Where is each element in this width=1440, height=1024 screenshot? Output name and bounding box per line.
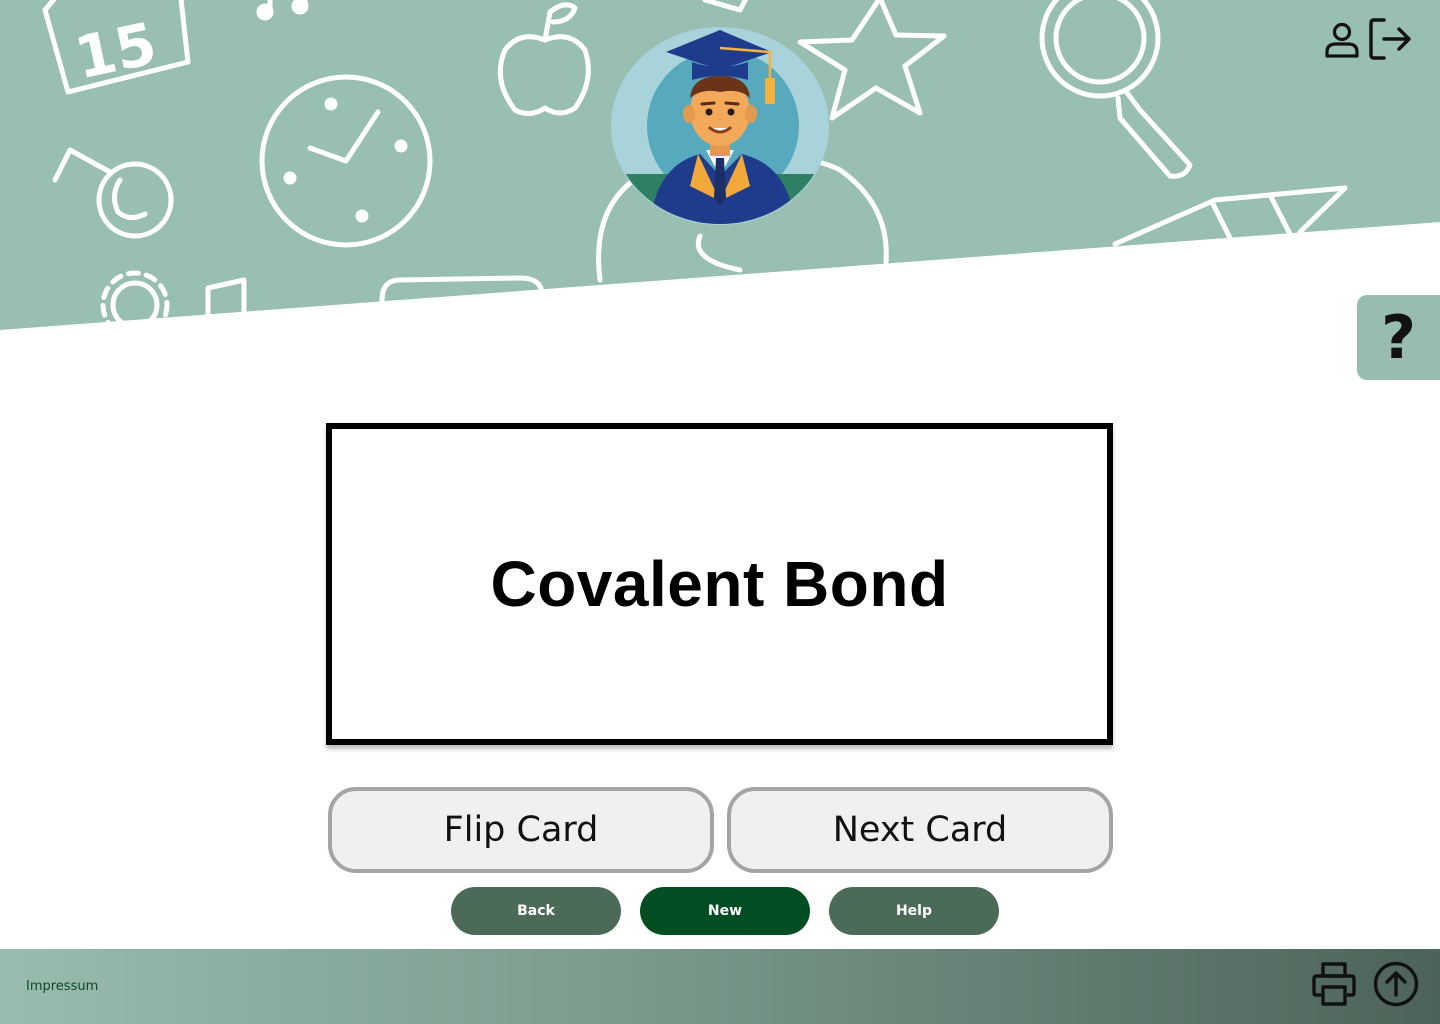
user-icon[interactable] bbox=[1324, 20, 1360, 60]
next-card-label: Next Card bbox=[832, 810, 1008, 850]
printer-icon[interactable] bbox=[1311, 961, 1357, 1007]
flip-card-label: Flip Card bbox=[443, 810, 599, 850]
flashcard-term: Covalent Bond bbox=[490, 548, 949, 620]
help-button-label: Help bbox=[895, 903, 933, 919]
graduate-avatar bbox=[610, 26, 830, 226]
flashcard-page: 15 ? Covalent Bond Flip Card Next Card B… bbox=[0, 0, 1440, 1024]
help-button[interactable]: Help bbox=[829, 887, 999, 935]
footer: Impressum bbox=[0, 949, 1440, 1024]
flashcard[interactable]: Covalent Bond bbox=[326, 423, 1113, 745]
help-tab-label: ? bbox=[1381, 302, 1416, 373]
next-card-button[interactable]: Next Card bbox=[727, 787, 1113, 873]
impressum-link[interactable]: Impressum bbox=[26, 979, 98, 994]
arrow-up-circle-icon[interactable] bbox=[1373, 961, 1419, 1007]
new-button-label: New bbox=[707, 903, 743, 919]
help-tab[interactable]: ? bbox=[1357, 295, 1440, 380]
account-actions bbox=[1318, 14, 1418, 66]
logout-icon[interactable] bbox=[1368, 16, 1412, 62]
back-button-label: Back bbox=[517, 903, 555, 919]
flip-card-button[interactable]: Flip Card bbox=[328, 787, 714, 873]
new-button[interactable]: New bbox=[640, 887, 810, 935]
back-button[interactable]: Back bbox=[451, 887, 621, 935]
